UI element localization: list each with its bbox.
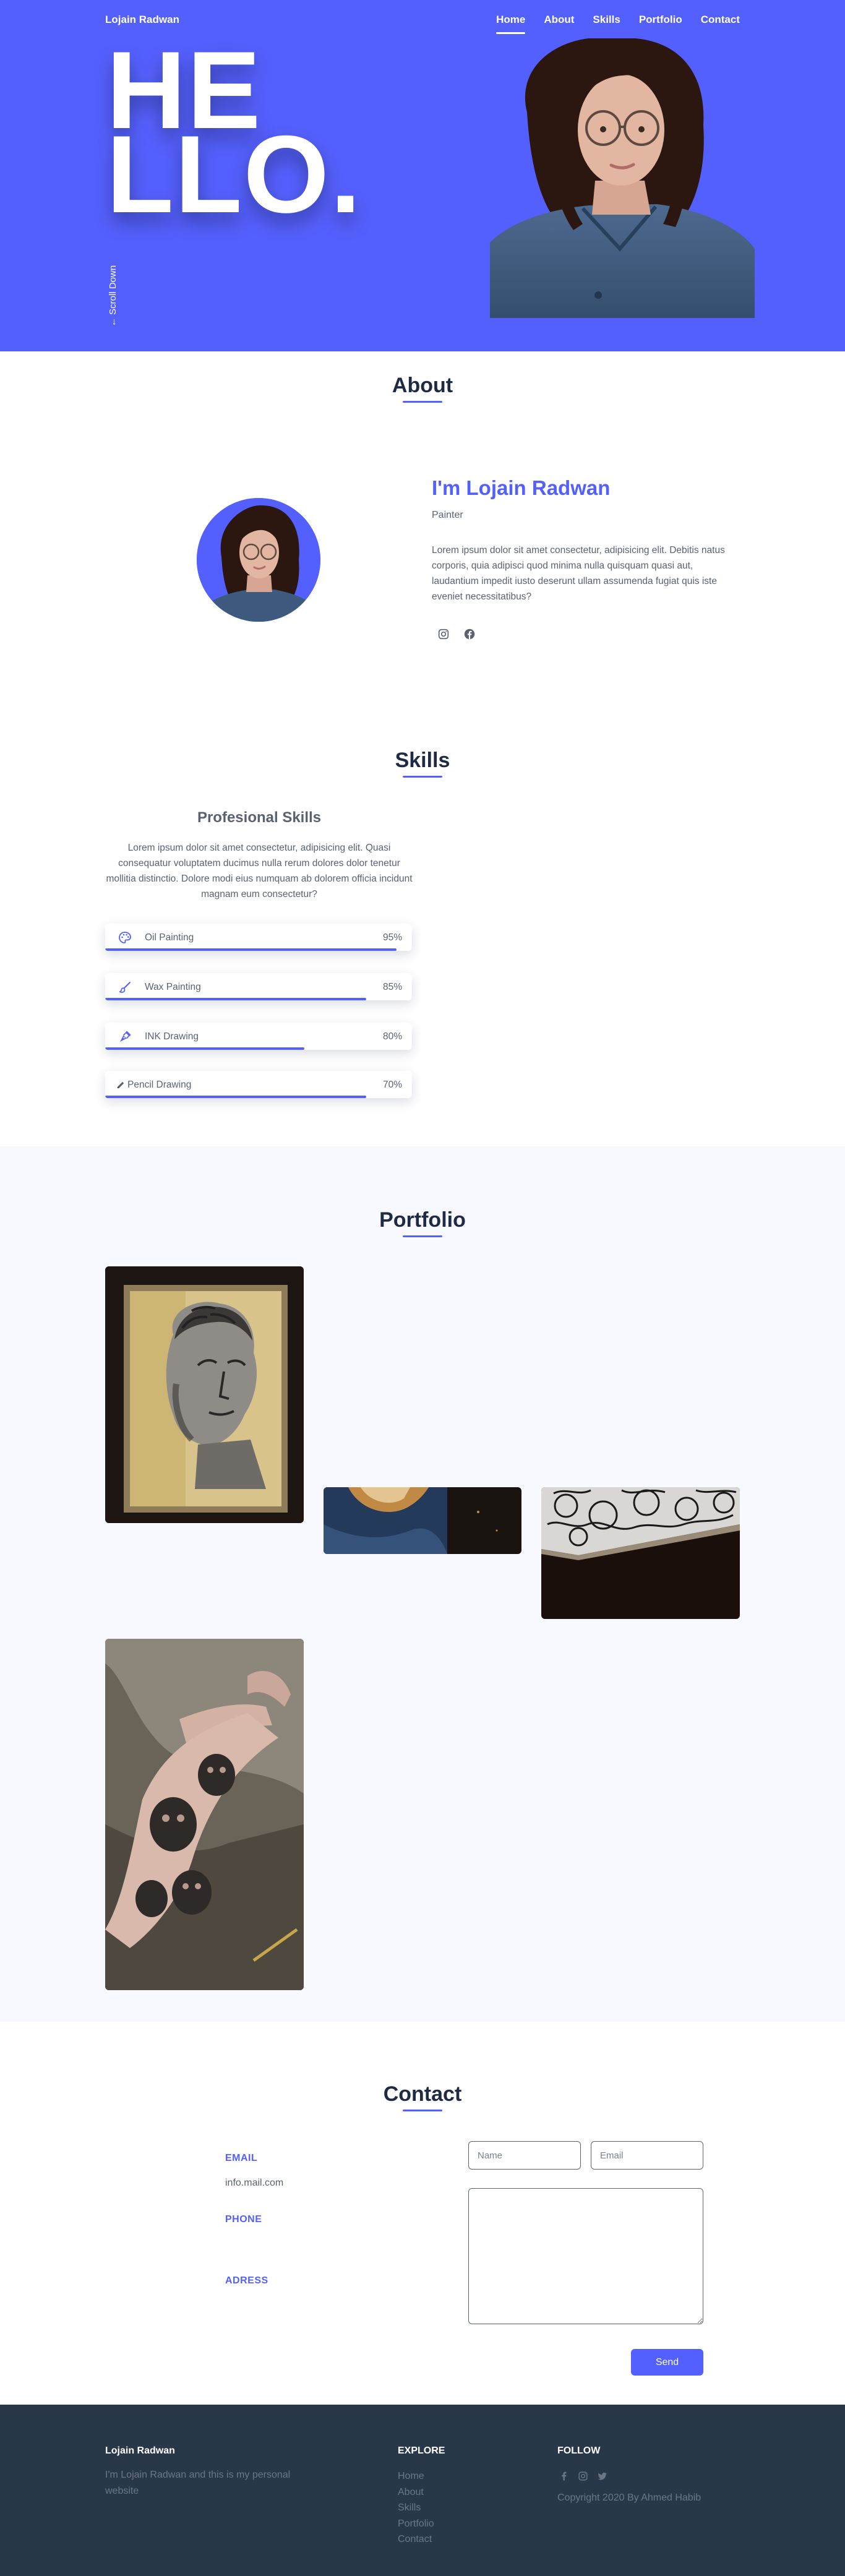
nav-home[interactable]: Home <box>496 14 526 34</box>
footer-link-contact[interactable]: Contact <box>398 2531 434 2548</box>
skill-progress-bar <box>105 998 366 1000</box>
message-textarea[interactable] <box>468 2188 703 2324</box>
pen-nib-icon <box>120 1031 131 1042</box>
sketch-artwork <box>105 1266 304 1523</box>
footer-link-home[interactable]: Home <box>398 2468 434 2484</box>
portfolio-item-arm-tattoo[interactable] <box>105 1639 304 1990</box>
twitter-icon[interactable] <box>597 2471 607 2481</box>
footer-about-text: I'm Lojain Radwan and this is my persona… <box>105 2470 291 2496</box>
about-socials <box>437 627 478 642</box>
ink-artwork <box>541 1487 740 1619</box>
about-name-heading: I'm Lojain Radwan <box>432 476 611 499</box>
footer-socials <box>559 2471 607 2481</box>
skill-progress-bar <box>105 1096 366 1098</box>
footer-copyright: Copyright 2020 By Ahmed Habib <box>557 2492 701 2503</box>
send-button[interactable]: Send <box>631 2349 703 2376</box>
footer-explore-links: Home About Skills Portfolio Contact <box>398 2468 434 2548</box>
skill-wax-painting: Wax Painting 85% <box>105 973 412 1000</box>
pencil-icon <box>117 1081 124 1089</box>
hero-section: Lojain Radwan Home About Skills Portfoli… <box>0 0 845 351</box>
about-title: About <box>392 374 453 397</box>
paint-brush-icon <box>119 982 131 993</box>
skill-percent: 80% <box>382 1031 402 1042</box>
skill-oil-painting: Oil Painting 95% <box>105 924 412 951</box>
skill-progress-track <box>105 1047 412 1050</box>
skill-progress-track <box>105 948 412 951</box>
skill-percent: 95% <box>382 932 402 943</box>
page: Lojain Radwan Home About Skills Portfoli… <box>0 0 845 2576</box>
portfolio-item-ink-pattern[interactable] <box>541 1487 740 1619</box>
palette-icon <box>119 932 131 943</box>
email-input[interactable] <box>591 2141 703 2170</box>
instagram-icon[interactable] <box>437 627 452 642</box>
skills-title: Skills <box>395 749 450 772</box>
facebook-icon[interactable] <box>463 627 478 642</box>
portfolio-title-underline <box>403 1235 442 1237</box>
portfolio-title: Portfolio <box>379 1208 466 1232</box>
about-role: Painter <box>432 510 463 520</box>
email-value: info.mail.com <box>225 2178 284 2188</box>
about-description: Lorem ipsum dolor sit amet consectetur, … <box>432 545 725 602</box>
skills-title-underline <box>403 776 442 778</box>
skill-percent: 85% <box>382 982 402 992</box>
skill-progress-track <box>105 1096 412 1098</box>
tattoo-photo <box>105 1639 304 1990</box>
footer-link-portfolio[interactable]: Portfolio <box>398 2516 434 2532</box>
facebook-icon[interactable] <box>559 2471 569 2481</box>
painting-artwork <box>324 1487 521 1554</box>
skills-subtitle: Profesional Skills <box>197 809 322 826</box>
about-title-underline <box>403 401 442 403</box>
contact-title-underline <box>403 2110 442 2111</box>
address-label: ADRESS <box>225 2275 268 2286</box>
contact-title: Contact <box>383 2082 462 2106</box>
about-avatar <box>197 498 320 622</box>
hello-line-2: LLO. <box>106 113 362 236</box>
skill-progress-track <box>105 998 412 1000</box>
hero-portrait-photo <box>490 38 755 318</box>
main-nav: Home About Skills Portfolio Contact <box>478 14 740 34</box>
skill-pencil-drawing: Pencil Drawing 70% <box>105 1071 412 1098</box>
skill-name: Oil Painting <box>145 932 194 943</box>
footer-link-skills[interactable]: Skills <box>398 2500 434 2516</box>
avatar-portrait-photo <box>197 498 320 622</box>
nav-about[interactable]: About <box>544 14 574 26</box>
portfolio-section: Portfolio <box>0 1146 845 2022</box>
skill-progress-bar <box>105 948 397 951</box>
footer-brand: Lojain Radwan <box>105 2445 175 2456</box>
nav-portfolio[interactable]: Portfolio <box>639 14 682 26</box>
footer-follow-title: FOLLOW <box>557 2445 601 2456</box>
skill-ink-drawing: INK Drawing 80% <box>105 1023 412 1050</box>
nav-skills[interactable]: Skills <box>593 14 620 26</box>
phone-label: PHONE <box>225 2214 262 2225</box>
instagram-icon[interactable] <box>578 2471 588 2481</box>
skill-name: Pencil Drawing <box>127 1080 192 1090</box>
email-label: EMAIL <box>225 2153 258 2163</box>
portfolio-item-blue-painting[interactable] <box>324 1487 521 1554</box>
brand-logo[interactable]: Lojain Radwan <box>105 14 179 26</box>
footer-explore-title: EXPLORE <box>398 2445 445 2456</box>
skills-description: Lorem ipsum dolor sit amet consectetur, … <box>106 843 413 899</box>
skill-progress-bar <box>105 1047 305 1050</box>
skill-name: Wax Painting <box>145 982 201 992</box>
scroll-down-link[interactable]: ← Scroll Down <box>108 265 118 327</box>
skill-percent: 70% <box>382 1080 402 1090</box>
portfolio-item-statue-drawing[interactable] <box>105 1266 304 1523</box>
nav-contact[interactable]: Contact <box>701 14 740 26</box>
name-input[interactable] <box>468 2141 581 2170</box>
footer-link-about[interactable]: About <box>398 2484 434 2501</box>
hero-hello-heading: HE LLO. <box>106 35 362 236</box>
skill-name: INK Drawing <box>145 1031 199 1042</box>
